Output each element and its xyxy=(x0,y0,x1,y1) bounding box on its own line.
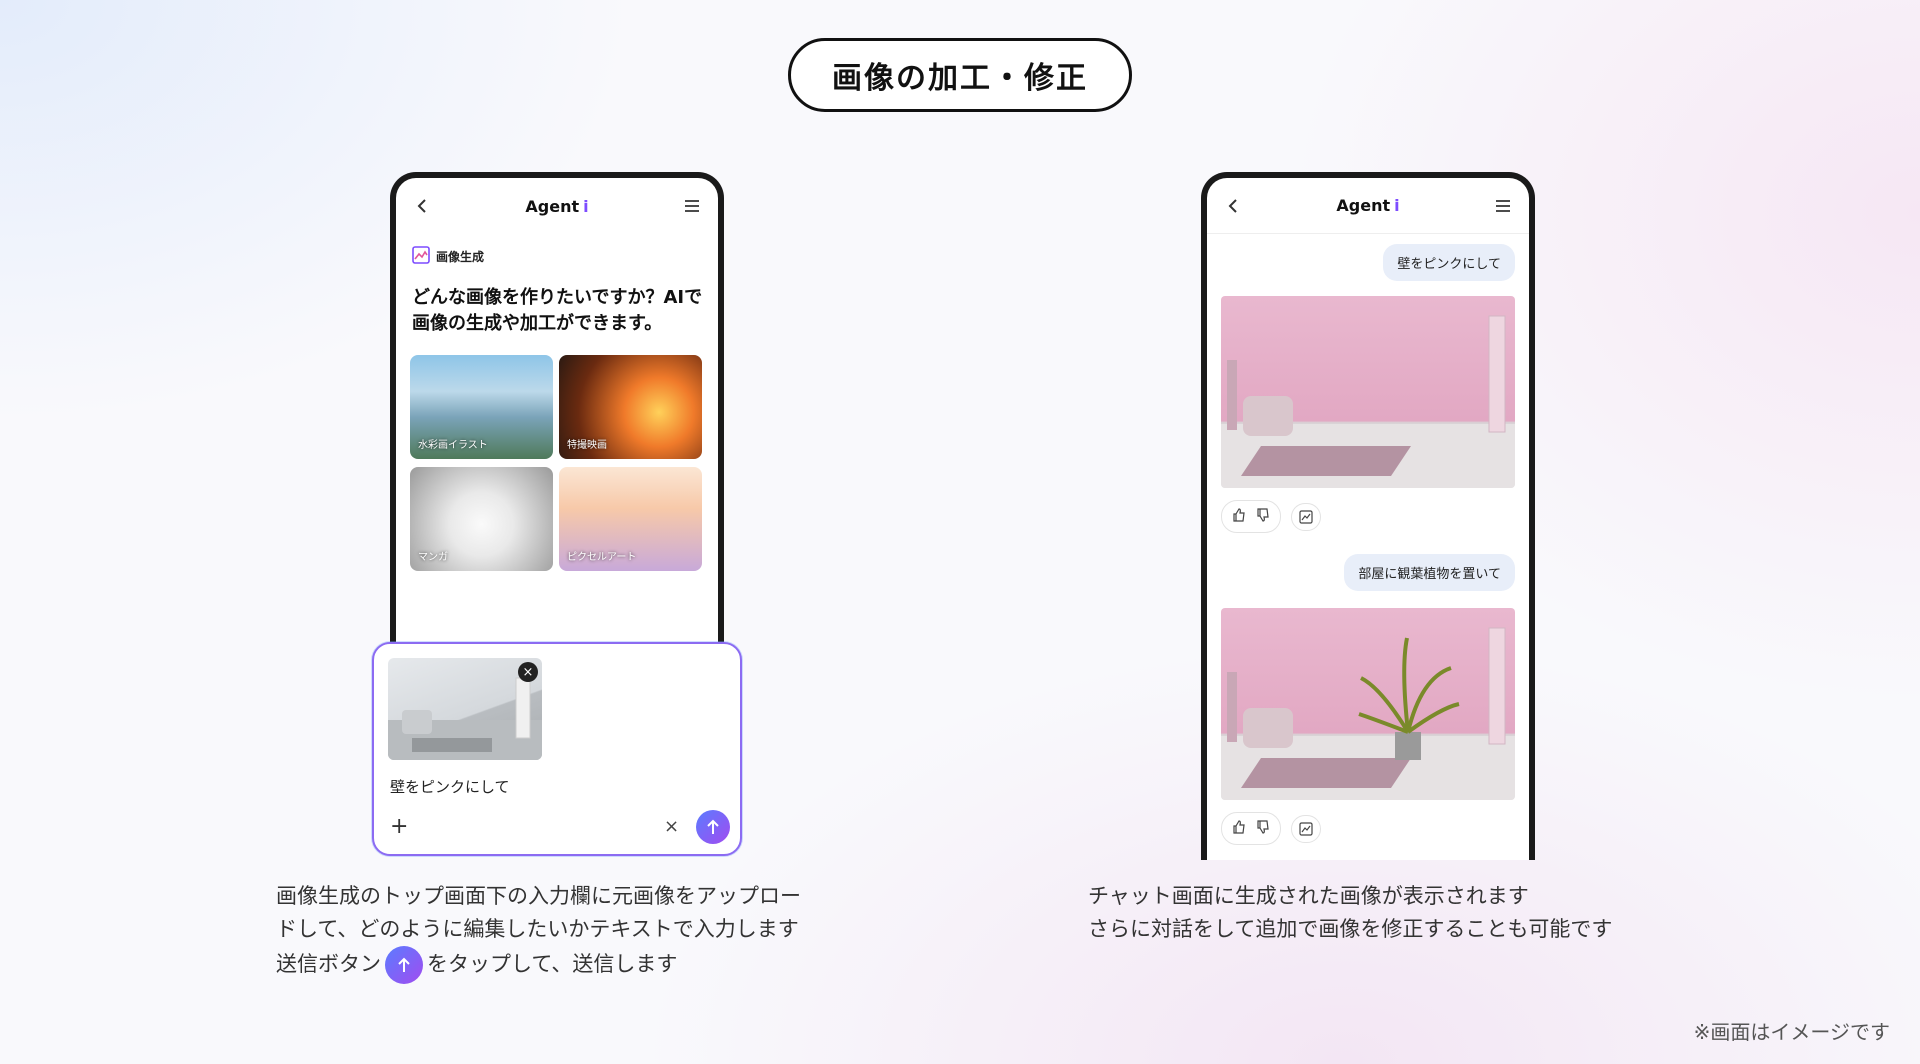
app-title: Agent i xyxy=(1336,196,1400,215)
thumbs-down-icon[interactable] xyxy=(1256,507,1270,526)
thumbs-down-icon[interactable] xyxy=(1256,819,1270,838)
arrow-up-icon xyxy=(707,819,719,834)
remove-attachment-icon[interactable]: × xyxy=(518,662,538,682)
add-attachment-icon[interactable]: + xyxy=(390,816,408,838)
user-message: 壁をピンクにして xyxy=(1383,244,1515,281)
disclaimer-note: ※画面はイメージです xyxy=(1693,1020,1890,1044)
image-icon xyxy=(412,246,430,267)
image-action-icon[interactable] xyxy=(1291,502,1321,531)
generated-image[interactable] xyxy=(1221,296,1515,488)
feedback-bar xyxy=(1221,812,1321,845)
arrow-up-icon xyxy=(398,957,410,972)
menu-icon[interactable] xyxy=(1491,194,1515,218)
attached-image-thumbnail: × xyxy=(388,658,542,760)
section-label: 画像生成 xyxy=(412,246,718,267)
user-message: 部屋に観葉植物を置いて xyxy=(1344,554,1515,591)
phone-left: Agent i 画像生成 どんな画像を作りたいですか？AIで画像の生成や加工ができ… xyxy=(390,172,724,642)
back-icon[interactable] xyxy=(410,194,434,218)
page-title: 画像の加工・修正 xyxy=(788,38,1132,112)
feedback-bar xyxy=(1221,500,1321,533)
app-header: Agent i xyxy=(1207,178,1529,234)
clear-input-icon[interactable]: × xyxy=(664,818,679,836)
style-grid: 水彩画イラスト 特撮映画 マンガ ピクセルアート xyxy=(410,355,718,571)
phone-right: Agent i 壁をピンクにして 部屋に観葉植物を置いて xyxy=(1201,172,1535,860)
caption-right: チャット画面に生成された画像が表示されます さらに対話をして追加で画像を修正する… xyxy=(1088,884,1613,941)
app-header: Agent i xyxy=(396,178,718,234)
composer-input[interactable]: 壁をピンクにして xyxy=(390,776,510,797)
style-tile-pixel-art[interactable]: ピクセルアート xyxy=(559,467,702,571)
composer: × 壁をピンクにして + × xyxy=(372,642,742,856)
thumbs-up-icon[interactable] xyxy=(1232,507,1246,526)
style-tile-tokusatsu[interactable]: 特撮映画 xyxy=(559,355,702,459)
thumbs-up-icon[interactable] xyxy=(1232,819,1246,838)
menu-icon[interactable] xyxy=(680,194,704,218)
prompt-heading: どんな画像を作りたいですか？AIで画像の生成や加工ができます。 xyxy=(412,287,703,334)
app-title: Agent i xyxy=(525,196,589,216)
back-icon[interactable] xyxy=(1221,194,1245,218)
send-button[interactable] xyxy=(696,810,730,844)
generated-image[interactable] xyxy=(1221,608,1515,800)
style-tile-watercolor[interactable]: 水彩画イラスト xyxy=(410,355,553,459)
caption-left: 画像生成のトップ画面下の入力欄に元画像をアップロー ドして、どのように編集したい… xyxy=(276,880,876,984)
style-tile-manga[interactable]: マンガ xyxy=(410,467,553,571)
send-button-illustration xyxy=(385,946,423,984)
image-action-icon[interactable] xyxy=(1291,814,1321,843)
